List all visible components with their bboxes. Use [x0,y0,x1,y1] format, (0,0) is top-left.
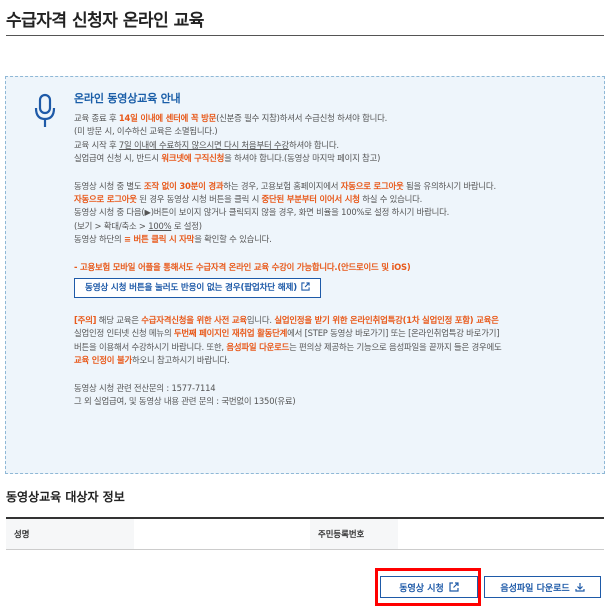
popup-unblock-button[interactable]: 동영상 시청 버튼을 눌러도 반응이 없는 경우(팝업차단 해제) [74,278,321,299]
notice-line-logout: 동영상 시청 중 별도 조작 없이 30분이 경과하는 경우, 고용보험 홈페이… [74,180,496,191]
notice-line-not-recognized: 교육 인정이 불가하오니 참고하시기 바랍니다. [74,355,230,366]
target-info-table: 성명 주민등록번호 [6,517,604,550]
notice-line-subtitle: 동영상 하단의 ≡ 버튼 클릭 시 자막을 확인할 수 있습니다. [74,234,272,245]
notice-line-audio: 버튼을 이용해서 수강하시기 바랍니다. 또한, 음성파일 다운로드는 편의상 … [74,341,502,352]
notice-box: 온라인 동영상교육 안내 교육 종료 후 14일 이내에 센터에 꼭 방문(신분… [5,76,605,474]
notice-line-worknet: 실업급여 신청 시, 반드시 워크넷에 구직신청을 하셔야 합니다.(동영상 마… [74,153,381,164]
microphone-icon [34,93,56,127]
notice-line-menu: 실업인정 인터넷 신청 메뉴의 두번째 페이지인 재취업 활동단계에서 [STE… [74,328,500,339]
title-divider [6,35,604,36]
notice-line-expire: (미 방문 시, 이수하신 교육은 소멸됩니다.) [74,126,218,137]
resident-id-value [398,519,604,549]
name-value [134,519,310,549]
external-link-icon [301,282,310,291]
notice-line-resume: 자동으로 로그아웃 된 경우 동영상 시청 버튼을 클릭 시 중단된 부분부터 … [74,194,423,205]
notice-line-visit: 교육 종료 후 14일 이내에 센터에 꼭 방문(신분증 필수 지참)하셔서 수… [74,113,388,123]
annotation-highlight-box [375,568,481,606]
target-info-title: 동영상교육 대상자 정보 [6,490,125,504]
name-label: 성명 [6,519,134,549]
notice-content: 온라인 동영상교육 안내 교육 종료 후 14일 이내에 센터에 꼭 방문(신분… [74,91,594,409]
notice-line-zoom-setting: (보기 > 확대/축소 > 100% 로 설정) [74,220,202,231]
download-audio-button[interactable]: 음성파일 다운로드 [484,576,601,598]
download-icon [575,583,585,592]
resident-id-label: 주민등록번호 [310,519,398,549]
notice-line-deadline: 교육 시작 후 7일 이내에 수료하지 않으시면 다시 처음부터 수강하셔야 합… [74,139,339,150]
notice-line-zoom: 동영상 시청 중 다음(▶)버튼이 보이지 않거나 클릭되지 않을 경우, 화면… [74,207,450,218]
contact-tech: 동영상 시청 관련 전산문의 : 1577-7114 [74,382,216,393]
notice-line-caution: [주의] 해당 교육은 수급자격신청을 위한 사전 교육입니다. 실업인정을 받… [74,315,499,326]
page-title: 수급자격 신청자 온라인 교육 [6,11,204,31]
notice-heading: 온라인 동영상교육 안내 [74,92,181,105]
contact-general: 그 외 실업급여, 및 동영상 내용 관련 문의 : 국번없이 1350(유료) [74,396,296,407]
notice-line-mobile: - 고용보험 모바일 어플을 통해서도 수급자격 온라인 교육 수강이 가능합니… [74,261,411,272]
